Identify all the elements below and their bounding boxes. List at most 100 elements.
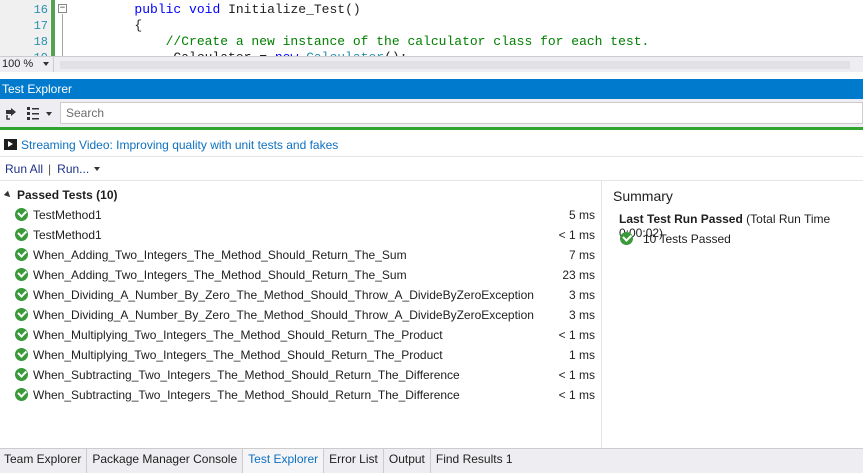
summary-title: Summary [613,188,673,204]
code-text[interactable]: public void Initialize_Test() { //Create… [72,2,649,56]
code-token: void [189,2,221,17]
bottom-tab-bar: Team Explorer Package Manager Console Test… [0,448,863,473]
zoom-dropdown[interactable]: 100 % [2,57,54,72]
group-by-icon[interactable] [4,106,18,120]
run-dropdown-button[interactable]: Run... [57,161,101,177]
test-row[interactable]: TestMethod1 5 ms [0,205,600,225]
search-input[interactable] [61,103,862,123]
test-row[interactable]: When_Adding_Two_Integers_The_Method_Shou… [0,265,600,285]
divider [0,156,863,157]
passed-summary[interactable]: 10 Tests Passed [619,231,731,247]
tab-team-explorer[interactable]: Team Explorer [0,449,88,473]
editor-status-bar: 100 % [0,56,863,72]
streaming-video-label: Streaming Video: Improving quality with … [21,138,339,152]
horizontal-scrollbar[interactable] [60,61,850,69]
passed-check-icon [15,348,28,361]
passed-check-icon [15,388,28,401]
code-line[interactable]: //Create a new instance of the calculato… [72,34,650,50]
test-name: TestMethod1 [33,208,102,222]
line-number: 18 [33,35,48,49]
line-number: 16 [33,3,48,17]
test-row[interactable]: When_Subtracting_Two_Integers_The_Method… [0,385,600,405]
run-all-button[interactable]: Run All [5,161,43,177]
code-token: { [72,18,143,33]
test-duration: 7 ms [568,248,595,262]
passed-check-icon [15,288,28,301]
test-row[interactable]: TestMethod1 < 1 ms [0,225,600,245]
zoom-level: 100 % [2,58,34,70]
line-number-gutter: 16171819 [0,0,50,56]
last-run-label: Last Test Run Passed [619,212,743,226]
test-row[interactable]: When_Adding_Two_Integers_The_Method_Shou… [0,245,600,265]
code-token: Initialize_Test() [220,2,361,17]
passed-check-icon [15,328,28,341]
tab-find-results-1[interactable]: Find Results 1 [431,449,518,473]
tab-output[interactable]: Output [384,449,431,473]
test-row[interactable]: When_Dividing_A_Number_By_Zero_The_Metho… [0,285,600,305]
passed-count: 10 Tests Passed [643,232,731,246]
window-title: Test Explorer [0,79,863,99]
test-name: When_Dividing_A_Number_By_Zero_The_Metho… [33,288,534,302]
expand-arrow-icon[interactable] [3,190,13,200]
test-name: When_Subtracting_Two_Integers_The_Method… [33,388,460,402]
streaming-video-link[interactable]: Streaming Video: Improving quality with … [4,137,338,153]
code-editor[interactable]: 16171819 − public void Initialize_Test()… [0,0,863,56]
test-name: When_Adding_Two_Integers_The_Method_Shou… [33,268,407,282]
passed-check-icon [15,228,28,241]
code-line[interactable]: public void Initialize_Test() [72,2,649,18]
chevron-down-icon [94,167,101,171]
test-duration: 3 ms [568,308,595,322]
line-number: 17 [33,19,48,33]
test-row[interactable]: When_Dividing_A_Number_By_Zero_The_Metho… [0,305,600,325]
chevron-down-icon[interactable] [46,112,52,116]
collapse-toggle-icon[interactable]: − [58,4,67,13]
test-name: When_Adding_Two_Integers_The_Method_Shou… [33,248,407,262]
tab-test-explorer[interactable]: Test Explorer [243,449,325,473]
test-name: When_Dividing_A_Number_By_Zero_The_Metho… [33,308,534,322]
divider [0,180,863,181]
test-name: TestMethod1 [33,228,102,242]
test-duration: 1 ms [568,348,595,362]
run-bar: Run All | Run... [5,161,101,177]
test-group-label: Passed Tests (10) [17,188,118,202]
line-numbers: 16171819 [0,0,48,56]
test-duration: < 1 ms [558,228,595,242]
test-duration: 3 ms [568,288,595,302]
video-play-icon [4,139,17,150]
code-line[interactable]: { [72,18,649,34]
test-row[interactable]: When_Multiplying_Two_Integers_The_Method… [0,325,600,345]
test-name: When_Subtracting_Two_Integers_The_Method… [33,368,460,382]
test-group-header[interactable]: Passed Tests (10) [0,185,600,205]
code-token: public [134,2,182,17]
tab-error-list[interactable]: Error List [324,449,384,473]
test-row[interactable]: When_Subtracting_Two_Integers_The_Method… [0,365,600,385]
passed-check-icon [15,308,28,321]
passed-check-icon [15,208,28,221]
list-view-icon[interactable] [26,106,40,120]
search-box[interactable] [60,102,863,124]
test-duration: 23 ms [562,268,595,282]
test-row[interactable]: When_Multiplying_Two_Integers_The_Method… [0,345,600,365]
test-name: When_Multiplying_Two_Integers_The_Method… [33,328,443,342]
test-duration: 5 ms [568,208,595,222]
tab-package-manager-console[interactable]: Package Manager Console [87,449,244,473]
test-duration: < 1 ms [558,388,595,402]
passed-check-icon [620,232,633,245]
pane-splitter[interactable] [601,181,602,448]
passed-check-icon [15,268,28,281]
run-status-bar [0,127,863,130]
code-token: //Create a new instance of the calculato… [72,34,650,49]
passed-check-icon [15,368,28,381]
test-duration: < 1 ms [558,368,595,382]
chevron-down-icon [43,62,49,66]
passed-check-icon [15,248,28,261]
test-list: Passed Tests (10) TestMethod1 5 ms TestMet… [0,185,600,405]
outline-guide [62,14,63,56]
test-name: When_Multiplying_Two_Integers_The_Method… [33,348,443,362]
run-separator: | [48,162,52,176]
change-tracking-bar [51,0,55,56]
test-explorer-toolbar [0,99,863,127]
test-duration: < 1 ms [558,328,595,342]
